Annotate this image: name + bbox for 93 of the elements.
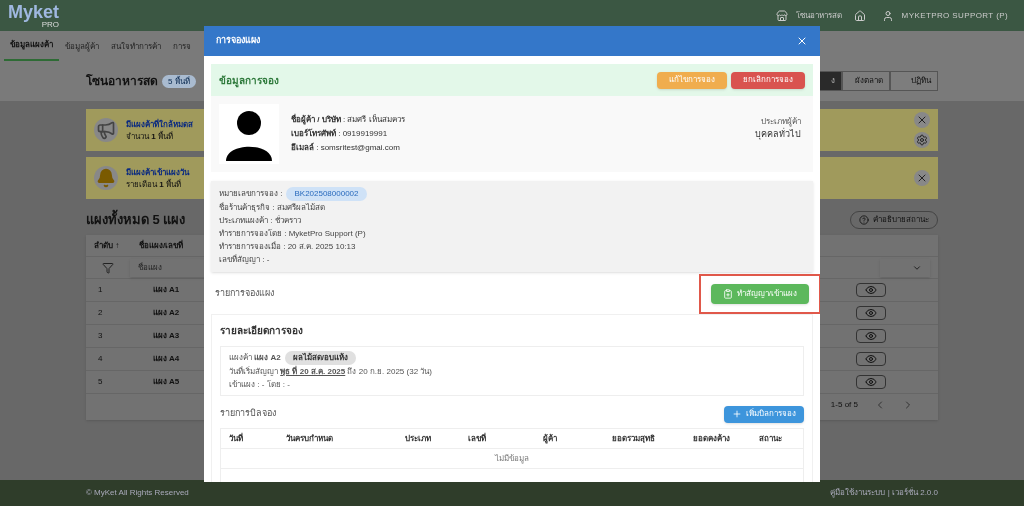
column-header: สถานะ	[758, 432, 784, 445]
close-icon	[916, 114, 928, 126]
zone-badge: 5 พื้นที่	[162, 74, 196, 88]
table-cell-text: แผง A3	[151, 330, 181, 342]
table-cell-text: แผง A4	[151, 353, 181, 365]
stall-name-text: แผงค้า แผง A2	[229, 352, 281, 364]
trader-detail-text: อีเมลล์ : somsritest@gmai.com	[291, 142, 401, 154]
pagination-label: 1-5 of 5	[830, 399, 858, 411]
table-cell-text: แผง A2	[151, 307, 181, 319]
trader-detail-text: ชื่อผู้ค้า / บริษัท : สมศรี เห็นสมควร	[291, 114, 405, 126]
stall-filter-field[interactable]: ชื่อแผง	[130, 258, 210, 277]
column-header: ยอดรวมสุทธิ	[610, 432, 656, 445]
section-title: รายการบิลจอง	[220, 407, 276, 421]
contract-button[interactable]: ทำสัญญา/เข้าแผง	[710, 284, 809, 304]
booking-number-badge: BK202508000002	[286, 187, 367, 201]
trader-type-label: ประเภทผู้ค้า	[761, 116, 801, 127]
eye-icon	[865, 307, 877, 319]
nav-tab[interactable]: ข้อมูลแผงค้า	[4, 39, 59, 61]
view-button[interactable]	[856, 329, 886, 343]
logo-subtext: PRO	[41, 20, 60, 29]
user-icon[interactable]	[881, 9, 894, 22]
empty-table-message: ไม่มีข้อมูล	[495, 452, 529, 465]
column-header: เลขที่	[466, 432, 487, 445]
table-cell-text: 4	[97, 353, 104, 365]
add-bill-button[interactable]: เพิ่มบิลการจอง	[724, 405, 804, 423]
close-button[interactable]	[914, 112, 930, 128]
table-cell-text: แผง A1	[151, 284, 181, 296]
version-text[interactable]: คู่มือใช้งานระบบ | เวอร์ชั่น 2.0.0	[830, 487, 938, 499]
column-header[interactable]: ชื่อแผง/เลขที่	[131, 239, 201, 252]
eye-icon	[865, 376, 877, 388]
filter-icon[interactable]	[102, 261, 114, 274]
card-title: รายละเอียดการจอง	[220, 324, 304, 338]
close-button[interactable]	[914, 170, 930, 186]
booking-detail-text: ทำรายการจองโดย : MyketPro Support (P)	[219, 228, 367, 240]
close-icon	[916, 172, 928, 184]
contract-date-text: วันที่เริ่มสัญญา พุธ ที่ 20 ส.ค. 2025 ถึง 20 ก.ย. 2025 (32 วัน)	[229, 366, 433, 378]
eye-icon	[865, 353, 877, 365]
view-toggle-button[interactable]: ปฏิทิน	[890, 71, 938, 91]
eye-icon	[865, 284, 877, 296]
trader-type-value: บุคคลทั่วไป	[755, 128, 801, 142]
column-header: วันครบกำหนด	[285, 432, 334, 445]
view-button[interactable]	[856, 283, 886, 297]
booking-detail-text: เลขที่สัญญา : -	[219, 254, 271, 266]
column-header: ผู้ค้า	[542, 432, 559, 445]
nav-tab[interactable]: ข้อมูลผู้ค้า	[59, 41, 105, 61]
booking-detail-text: ประเภทแผงค้า : ชั่วคราว	[219, 215, 302, 227]
column-header: ยอดคงค้าง	[692, 432, 732, 445]
category-chip: ผลไม้สด/อบแห้ง	[284, 351, 356, 365]
store-icon[interactable]	[775, 9, 788, 22]
entry-text: เข้าแผง : - โดย : -	[229, 379, 291, 391]
close-icon[interactable]	[796, 35, 808, 47]
trader-detail-text: เบอร์โทรศัพท์ : 0919919991	[291, 128, 389, 140]
bell-icon	[96, 168, 116, 188]
cancel-booking-button[interactable]: ยกเลิกการจอง	[731, 71, 805, 89]
table-cell-text: 5	[97, 376, 104, 388]
settings-icon	[916, 134, 928, 146]
section-title: ข้อมูลการจอง	[219, 73, 279, 88]
dialog-title: การจองแผง	[216, 34, 260, 48]
alert-title: มีแผงค้าเข้าแผงวัน	[126, 166, 189, 179]
section-title: รายการจองแผง	[215, 287, 274, 301]
table-cell-text: 1	[97, 284, 104, 296]
stalls-title: แผงทั้งหมด 5 แผง	[86, 210, 186, 230]
view-button[interactable]	[856, 375, 886, 389]
user-name[interactable]: MYKETPRO SUPPORT (P)	[901, 9, 1008, 22]
eye-icon	[865, 330, 877, 342]
home-icon[interactable]	[853, 9, 866, 22]
zone-title: โซนอาหารสด	[86, 73, 158, 90]
view-button[interactable]	[856, 306, 886, 320]
table-cell-text: 2	[97, 307, 104, 319]
column-header: วันที่	[229, 432, 244, 445]
alert-title: มีแผงค้าที่ใกล้หมดส	[126, 118, 193, 131]
view-toggle-button[interactable]: ผังตลาด	[842, 71, 890, 91]
copyright-text: © MyKet All Rights Reserved	[86, 487, 189, 499]
booking-detail-text: ทำรายการจองเมื่อ : 20 ส.ค. 2025 10:13	[219, 241, 357, 253]
avatar-silhouette	[219, 104, 279, 164]
table-cell-text: 3	[97, 330, 104, 342]
alert-detail: จำนวน 1 พื้นที่	[126, 130, 174, 143]
settings-button[interactable]	[914, 132, 930, 148]
view-button[interactable]	[856, 352, 886, 366]
help-icon	[859, 215, 869, 225]
alert-detail: รายเดือน 1 พื้นที่	[126, 178, 182, 191]
booking-number-label: หมายเลขการจอง :	[219, 188, 283, 200]
logo-text: Myket	[8, 2, 60, 21]
clipboard-icon	[722, 289, 733, 299]
nav-tab[interactable]: สนใจทำการค้า	[105, 41, 167, 61]
column-header: ประเภท	[404, 432, 432, 445]
column-header[interactable]: ลำดับ ↑	[86, 239, 131, 252]
plus-icon	[732, 409, 742, 419]
nav-tab[interactable]: การจ	[167, 41, 197, 61]
megaphone-icon	[96, 120, 116, 140]
booking-detail-text: ชื่อร้านค้าธุรกิจ : สมศรีผลไม้สด	[219, 202, 326, 214]
zone-link[interactable]: โซนอาหารสด	[795, 9, 842, 22]
table-cell-text: แผง A5	[151, 376, 181, 388]
